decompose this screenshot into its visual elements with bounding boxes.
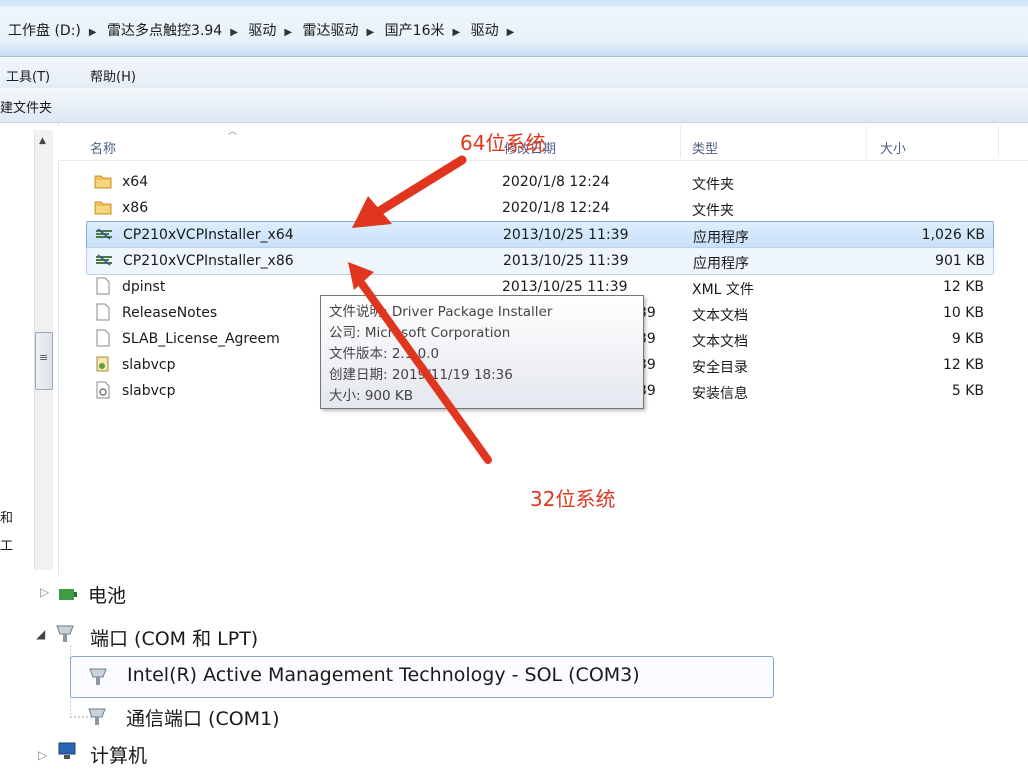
file-type: 应用程序 — [693, 256, 749, 272]
menu-help[interactable]: 帮助(H) — [90, 66, 136, 85]
device-name: Intel(R) Active Management Technology - … — [127, 664, 640, 686]
file-date: 2020/1/8 12:24 — [502, 200, 610, 216]
column-divider[interactable] — [680, 126, 681, 158]
file-date: 2020/1/8 12:24 — [502, 174, 610, 190]
new-folder-button[interactable]: 建文件夹 — [0, 97, 52, 116]
annotation-32bit: 32位系统 — [530, 487, 616, 511]
port-icon — [89, 668, 107, 685]
grip-icon: ≡ — [39, 351, 49, 364]
column-name[interactable]: 名称 — [90, 138, 116, 157]
menu-bar: 工具(T) 帮助(H) — [0, 56, 1028, 89]
breadcrumb-item[interactable]: 雷达多点触控3.94 — [107, 23, 222, 39]
file-row-selected[interactable]: CP210xVCPInstaller_x64 2013/10/25 11:39 … — [86, 221, 994, 249]
file-size: 5 KB — [951, 383, 984, 399]
file-size: 901 KB — [935, 253, 985, 269]
breadcrumb[interactable]: 工作盘 (D:) ▶ 雷达多点触控3.94 ▶ 驱动 ▶ 雷达驱动 ▶ 国产16米 ▶ 驱… — [8, 20, 520, 40]
file-date: 2013/10/25 11:39 — [503, 227, 629, 243]
column-type[interactable]: 类型 — [692, 138, 718, 157]
tooltip-line: 创建日期: 2019/11/19 18:36 — [329, 367, 513, 383]
document-icon — [96, 277, 110, 295]
catalog-icon — [96, 356, 109, 372]
installer-icon — [96, 228, 112, 240]
file-name: CP210xVCPInstaller_x64 — [123, 227, 294, 243]
breadcrumb-arrow-icon[interactable]: ▶ — [507, 27, 515, 38]
tree-collapse-icon[interactable]: ◢ — [36, 627, 45, 641]
folder-icon — [94, 175, 112, 189]
tree-group-computer[interactable]: 计算机 — [90, 741, 147, 768]
file-date: 2013/10/25 11:39 — [503, 253, 629, 269]
file-row[interactable]: x86 2020/1/8 12:24 文件夹 — [86, 195, 992, 221]
file-type: 安全目录 — [692, 360, 748, 376]
document-icon — [96, 303, 110, 321]
column-divider[interactable] — [866, 126, 867, 158]
breadcrumb-item[interactable]: 雷达驱动 — [303, 23, 359, 39]
file-name: SLAB_License_Agreem — [122, 331, 280, 347]
tree-group-ports[interactable]: 端口 (COM 和 LPT) — [90, 624, 258, 651]
file-name: slabvcp — [122, 357, 176, 373]
battery-icon — [59, 589, 77, 600]
file-row-hover[interactable]: CP210xVCPInstaller_x86 2013/10/25 11:39 … — [86, 247, 994, 275]
file-tooltip: 文件说明: Driver Package Installer 公司: Micro… — [320, 295, 644, 409]
breadcrumb-item[interactable]: 国产16米 — [385, 23, 445, 39]
tree-expand-icon[interactable]: ▷ — [38, 748, 47, 762]
scroll-up-arrow-icon[interactable]: ▲ — [39, 136, 46, 146]
file-type: 文件夹 — [692, 177, 734, 193]
breadcrumb-arrow-icon[interactable]: ▶ — [453, 27, 461, 38]
file-size: 12 KB — [942, 279, 984, 295]
breadcrumb-item[interactable]: 驱动 — [248, 23, 276, 39]
command-toolbar: 建文件夹 — [0, 88, 1028, 123]
breadcrumb-arrow-icon[interactable]: ▶ — [367, 27, 375, 38]
breadcrumb-arrow-icon[interactable]: ▶ — [89, 27, 97, 38]
nav-item-fragment[interactable]: 和 — [0, 507, 13, 526]
file-name: slabvcp — [122, 383, 176, 399]
breadcrumb-arrow-icon[interactable]: ▶ — [230, 27, 238, 38]
tree-item-com1[interactable]: 通信端口 (COM1) — [126, 704, 280, 731]
installer-icon — [96, 254, 112, 266]
computer-icon — [58, 742, 76, 759]
port-icon — [88, 708, 106, 725]
file-name: x64 — [122, 174, 149, 190]
tooltip-line: 文件版本: 2.1.0.0 — [329, 346, 440, 362]
file-size: 12 KB — [942, 357, 984, 373]
breadcrumb-item[interactable]: 驱动 — [471, 23, 499, 39]
setup-info-icon — [96, 381, 110, 399]
file-size: 1,026 KB — [921, 227, 985, 243]
file-name: dpinst — [122, 279, 166, 295]
tooltip-line: 文件说明: Driver Package Installer — [329, 304, 553, 320]
scroll-thumb[interactable]: ≡ — [35, 332, 53, 390]
tree-item-com3-selected[interactable]: Intel(R) Active Management Technology - … — [70, 656, 774, 698]
sort-ascending-icon: ︿ — [228, 127, 238, 137]
column-size[interactable]: 大小 — [880, 138, 906, 157]
file-name: x86 — [122, 200, 149, 216]
breadcrumb-item[interactable]: 工作盘 (D:) — [8, 23, 81, 39]
tree-item-battery[interactable]: 电池 — [88, 581, 126, 608]
file-type: 文本文档 — [692, 308, 748, 324]
address-bar[interactable]: 工作盘 (D:) ▶ 雷达多点触控3.94 ▶ 驱动 ▶ 雷达驱动 ▶ 国产16米 ▶ 驱… — [0, 0, 1028, 56]
file-type: XML 文件 — [692, 282, 754, 298]
nav-item-fragment[interactable]: 工 — [0, 535, 13, 554]
file-name: CP210xVCPInstaller_x86 — [123, 253, 294, 269]
file-type: 应用程序 — [693, 230, 749, 246]
file-name: ReleaseNotes — [122, 305, 218, 321]
file-type: 文件夹 — [692, 203, 734, 219]
port-icon — [56, 625, 74, 642]
document-icon — [96, 329, 110, 347]
file-type: 文本文档 — [692, 334, 748, 350]
tooltip-line: 公司: Microsoft Corporation — [329, 325, 511, 341]
tooltip-line: 大小: 900 KB — [329, 388, 414, 404]
file-size: 9 KB — [951, 331, 984, 347]
annotation-64bit: 64位系统 — [460, 131, 546, 155]
file-type: 安装信息 — [692, 386, 748, 402]
file-date: 2013/10/25 11:39 — [502, 279, 628, 295]
column-divider[interactable] — [998, 126, 999, 158]
folder-icon — [94, 201, 112, 215]
file-row[interactable]: x64 2020/1/8 12:24 文件夹 — [86, 169, 992, 195]
menu-tools[interactable]: 工具(T) — [6, 66, 50, 85]
file-size: 10 KB — [942, 305, 984, 321]
tree-expand-icon[interactable]: ▷ — [40, 585, 49, 599]
breadcrumb-arrow-icon[interactable]: ▶ — [284, 27, 292, 38]
